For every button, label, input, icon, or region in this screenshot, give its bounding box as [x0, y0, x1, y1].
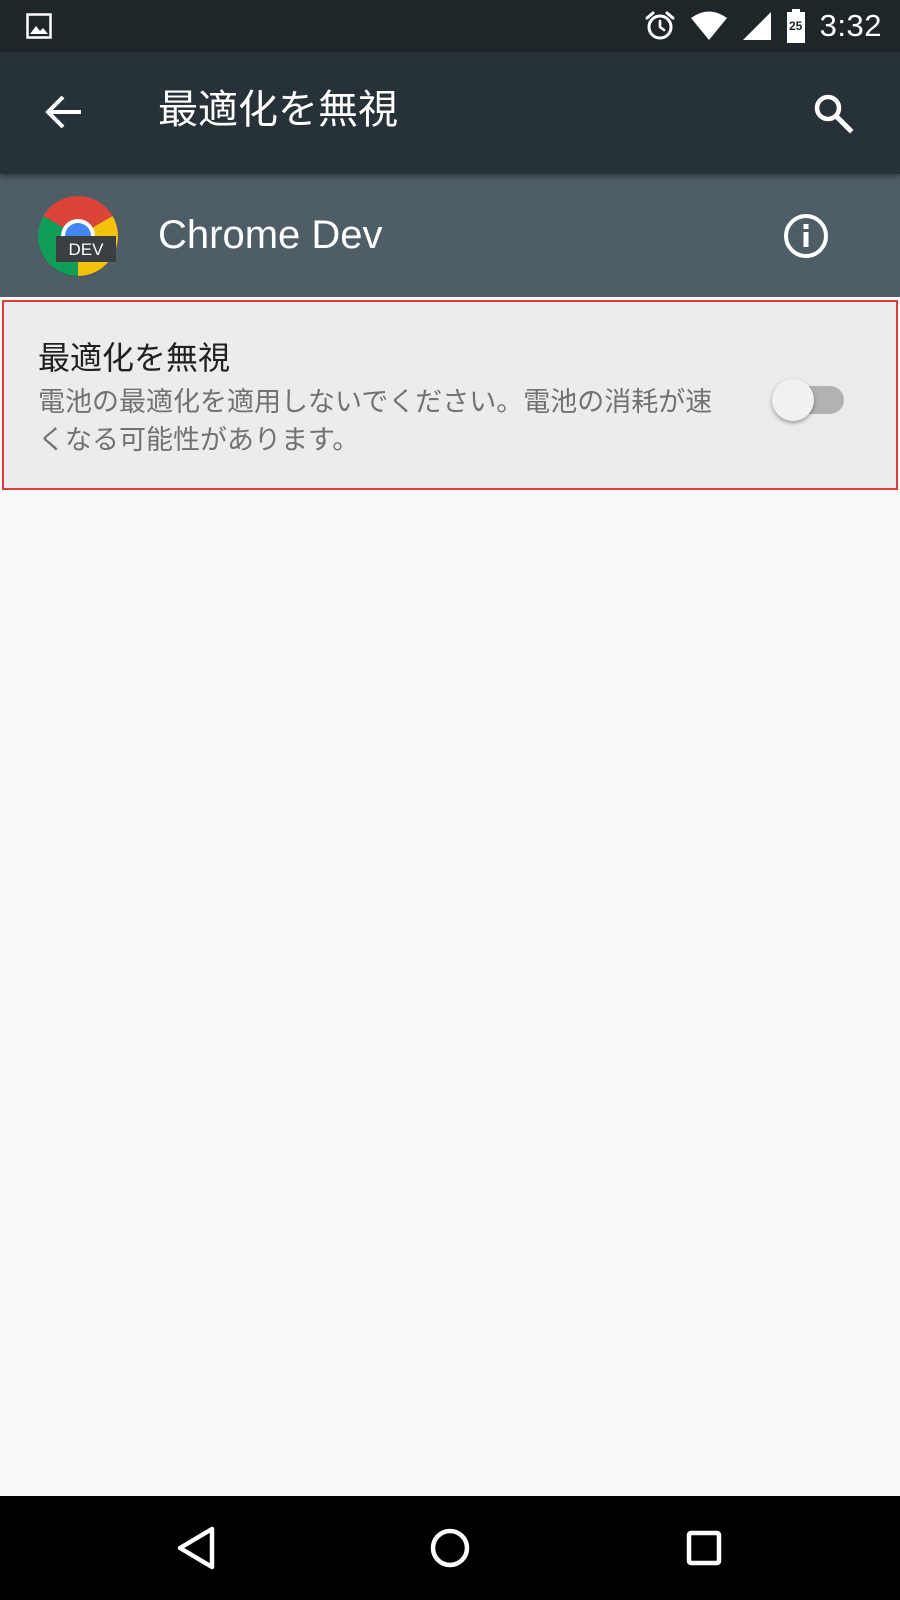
battery-level: 25	[788, 19, 803, 33]
app-icon-badge: DEV	[69, 240, 105, 259]
ignore-optimization-switch[interactable]	[772, 378, 848, 422]
status-time: 3:32	[819, 8, 882, 43]
app-bar: 最適化を無視	[0, 52, 900, 174]
search-icon	[814, 94, 854, 134]
preference-summary: 電池の最適化を適用しないでください。電池の消耗が速くなる可能性があります。	[38, 387, 713, 456]
image-notification-icon	[26, 13, 52, 39]
cell-signal-icon	[742, 11, 772, 41]
recents-square-icon	[686, 1530, 722, 1566]
navigation-bar	[0, 1496, 900, 1600]
preference-title: 最適化を無視	[38, 339, 231, 377]
chrome-dev-app-icon: DEV	[36, 194, 120, 278]
nav-recents-button[interactable]	[674, 1518, 734, 1578]
status-bar: 25 3:32	[0, 0, 900, 52]
nav-home-button[interactable]	[420, 1518, 480, 1578]
app-info-button[interactable]	[782, 212, 830, 260]
app-header: DEV Chrome Dev	[0, 174, 900, 297]
info-icon	[784, 214, 828, 258]
switch-thumb	[772, 379, 814, 421]
ignore-optimization-preference[interactable]: 最適化を無視 電池の最適化を適用しないでください。電池の消耗が速くなる可能性があ…	[2, 300, 898, 490]
search-button[interactable]	[808, 88, 858, 138]
page-title: 最適化を無視	[158, 87, 398, 133]
back-button[interactable]	[40, 89, 86, 135]
nav-back-button[interactable]	[166, 1518, 226, 1578]
battery-icon: 25	[786, 9, 806, 43]
wifi-icon	[690, 11, 728, 41]
arrow-back-icon	[45, 95, 81, 129]
home-circle-icon	[430, 1528, 470, 1568]
back-triangle-icon	[177, 1526, 215, 1570]
alarm-icon	[644, 10, 676, 42]
app-name: Chrome Dev	[158, 213, 383, 257]
